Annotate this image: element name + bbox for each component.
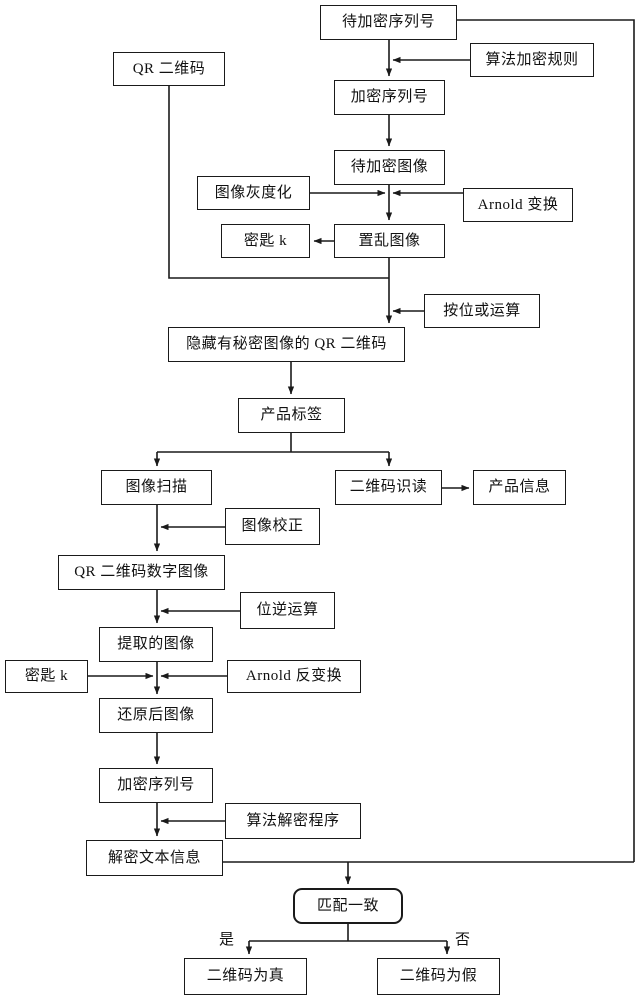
node-label: 产品信息 [488, 479, 551, 496]
node-arnold-transform[interactable]: Arnold 变换 [463, 188, 573, 222]
node-label: 二维码识读 [349, 479, 428, 496]
node-key-k-bottom[interactable]: 密匙 k [5, 660, 88, 693]
node-qr-digital-image[interactable]: QR 二维码数字图像 [58, 555, 225, 590]
node-label: 位逆运算 [256, 602, 319, 619]
node-scrambled-image[interactable]: 置乱图像 [334, 224, 445, 258]
node-encrypted-serial-2[interactable]: 加密序列号 [99, 768, 213, 803]
node-label: 图像校正 [241, 518, 304, 535]
node-image-to-encrypt[interactable]: 待加密图像 [334, 150, 445, 185]
node-label: 图像扫描 [125, 479, 188, 496]
node-qr-true[interactable]: 二维码为真 [184, 958, 307, 995]
node-qr-false[interactable]: 二维码为假 [377, 958, 500, 995]
node-label: 密匙 k [24, 668, 69, 685]
node-label: 还原后图像 [117, 707, 195, 724]
node-image-scan[interactable]: 图像扫描 [101, 470, 212, 505]
node-extracted-image[interactable]: 提取的图像 [99, 627, 213, 662]
node-label: QR 二维码 [132, 60, 206, 77]
node-algo-encrypt-rule[interactable]: 算法加密规则 [470, 43, 594, 77]
wire-serial-right-loop [457, 19, 635, 862]
node-product-info[interactable]: 产品信息 [473, 470, 566, 505]
node-image-grayscale[interactable]: 图像灰度化 [197, 176, 310, 210]
node-label: 待加密序列号 [341, 14, 435, 31]
node-qr-code[interactable]: QR 二维码 [113, 52, 225, 86]
node-arnold-inverse[interactable]: Arnold 反变换 [227, 660, 361, 693]
node-label: 二维码为假 [399, 968, 478, 985]
node-match-check[interactable]: 匹配一致 [293, 888, 403, 924]
node-label: 提取的图像 [117, 636, 195, 653]
node-decrypted-text[interactable]: 解密文本信息 [86, 840, 223, 876]
node-product-label[interactable]: 产品标签 [238, 398, 345, 433]
node-key-k-top[interactable]: 密匙 k [221, 224, 310, 258]
node-encrypted-serial[interactable]: 加密序列号 [334, 80, 445, 115]
edge-label-yes: 是 [219, 932, 235, 948]
node-label: 算法加密规则 [485, 51, 579, 68]
node-label: Arnold 反变换 [245, 668, 343, 685]
node-label: 加密序列号 [117, 777, 195, 794]
edge-label-no: 否 [455, 932, 471, 948]
node-qr-with-secret[interactable]: 隐藏有秘密图像的 QR 二维码 [168, 327, 405, 362]
node-label: 隐藏有秘密图像的 QR 二维码 [186, 336, 387, 353]
node-bit-inverse-op[interactable]: 位逆运算 [240, 592, 335, 629]
node-serial-to-encrypt[interactable]: 待加密序列号 [320, 5, 457, 40]
node-label: 产品标签 [260, 407, 323, 424]
node-label: 图像灰度化 [214, 184, 293, 201]
node-label: 加密序列号 [350, 89, 429, 106]
node-label: 待加密图像 [350, 159, 429, 176]
node-label: 算法解密程序 [246, 812, 340, 829]
flowchart-canvas: QR 二维码 待加密序列号 算法加密规则 加密序列号 待加密图像 图像灰度化 A… [0, 0, 642, 1000]
node-label: 密匙 k [243, 232, 288, 249]
node-image-correction[interactable]: 图像校正 [225, 508, 320, 545]
node-qr-read[interactable]: 二维码识读 [335, 470, 442, 505]
node-bitwise-or[interactable]: 按位或运算 [424, 294, 540, 328]
node-label: QR 二维码数字图像 [74, 564, 209, 581]
node-label: 置乱图像 [358, 232, 421, 249]
node-restored-image[interactable]: 还原后图像 [99, 698, 213, 733]
node-label: 二维码为真 [206, 968, 285, 985]
node-label: Arnold 变换 [477, 196, 559, 213]
node-label: 按位或运算 [443, 302, 521, 319]
node-label: 解密文本信息 [107, 849, 201, 866]
node-algo-decrypt-prog[interactable]: 算法解密程序 [225, 803, 361, 839]
node-label: 匹配一致 [316, 897, 379, 914]
